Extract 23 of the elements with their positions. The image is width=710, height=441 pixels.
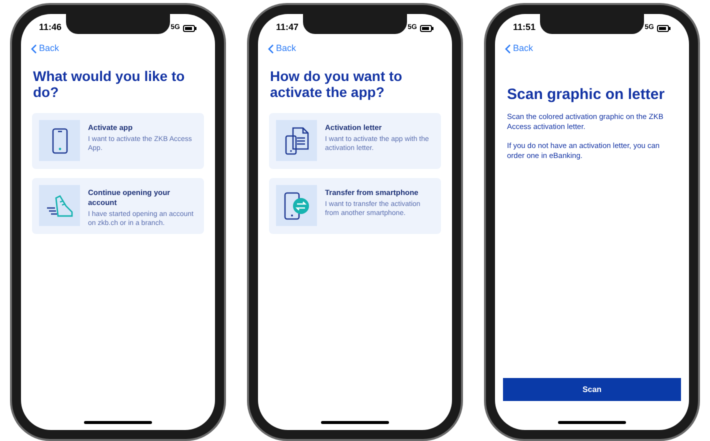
document-phone-icon [284,126,308,155]
chevron-left-icon [505,44,511,54]
scan-button[interactable]: Scan [503,378,681,401]
battery-icon [657,24,671,32]
back-button[interactable]: Back [31,42,60,56]
sneaker-icon [46,194,74,218]
home-indicator [84,421,152,424]
status-time: 11:51 [513,21,536,34]
chevron-left-icon [31,44,37,54]
page-title: Scan graphic on letter [507,86,666,104]
status-time: 11:46 [39,21,62,34]
status-time: 11:47 [276,21,299,34]
home-indicator [558,421,626,424]
page-title: What would you like to do? [33,68,186,102]
battery-icon [183,24,197,32]
chevron-left-icon [268,44,274,54]
smartphone-icon [52,128,68,154]
page-title: How do you want to activate the app? [270,68,404,102]
back-button[interactable]: Back [505,42,534,56]
back-button[interactable]: Back [268,42,296,56]
phone-transfer-icon [284,192,310,220]
battery-icon [420,24,434,32]
home-indicator [321,421,389,424]
